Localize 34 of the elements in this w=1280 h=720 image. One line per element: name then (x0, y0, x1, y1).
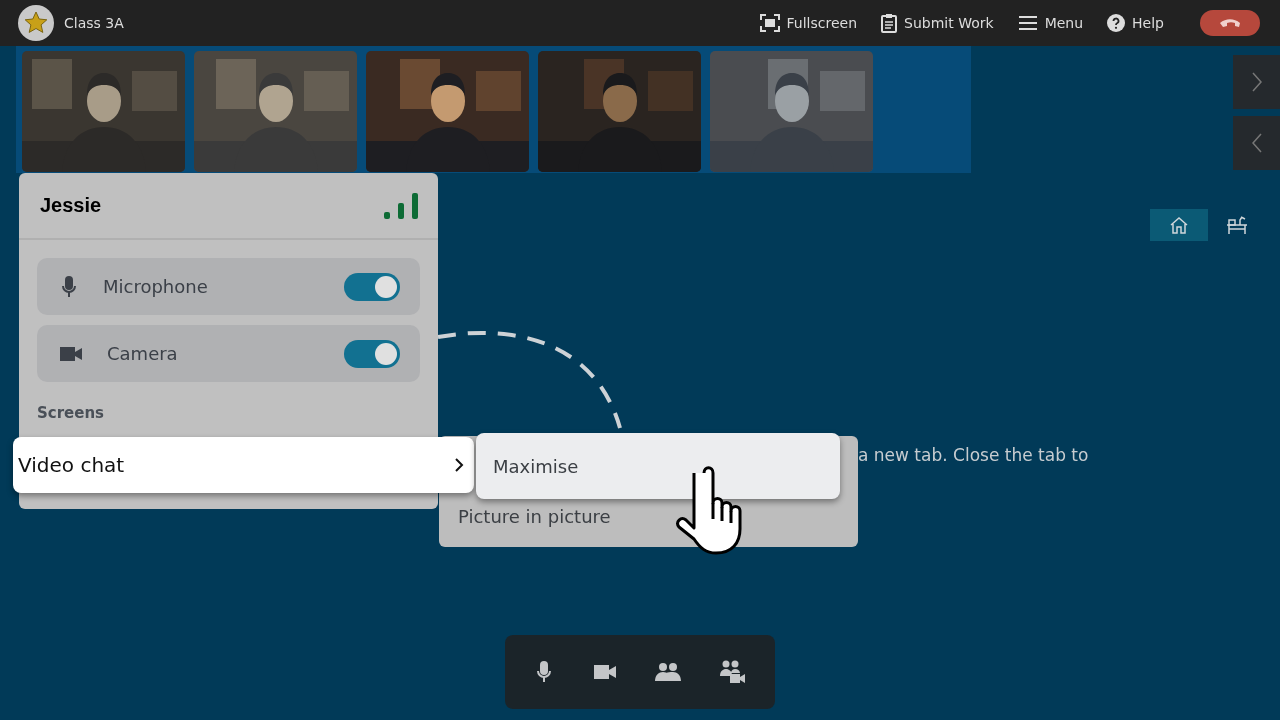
header-link[interactable]: Fullscreen (759, 14, 858, 32)
header-link[interactable]: Help (1107, 14, 1164, 32)
device-label: Microphone (103, 276, 209, 297)
signal-strength-icon (384, 191, 420, 220)
people-icon (655, 662, 682, 682)
participant-name: Jessie (40, 194, 102, 217)
phone-hangup-icon (1219, 18, 1241, 28)
chevron-right-icon (454, 457, 464, 473)
microphone-icon (59, 274, 79, 299)
help-icon (1107, 14, 1126, 32)
end-call-button[interactable] (1200, 10, 1260, 36)
home-icon (1169, 216, 1189, 234)
chevron-left-icon (1251, 133, 1262, 153)
desk-lamp-icon (1226, 215, 1248, 235)
home-tab[interactable] (1150, 209, 1208, 241)
menu-item[interactable]: Picture in picture (441, 501, 611, 531)
menu-icon (1017, 15, 1038, 31)
toggle-switch[interactable] (344, 272, 400, 301)
class-name: Class 3A (64, 15, 124, 31)
video-camera-icon (59, 344, 83, 363)
header-link[interactable]: Menu (1017, 15, 1084, 31)
toggle-switch[interactable] (344, 339, 400, 368)
menu-item[interactable]: Video chat (13, 437, 474, 493)
clipboard-icon (881, 13, 898, 33)
chevron-right-icon (1251, 72, 1262, 92)
header-link[interactable]: Submit Work (881, 13, 994, 33)
video-camera-icon (592, 663, 617, 681)
fullscreen-icon (759, 14, 780, 32)
star-logo-icon (18, 5, 54, 41)
device-label: Camera (107, 343, 179, 364)
instruction-text: a new tab. Close the tab to (858, 445, 1089, 465)
menu-item[interactable]: Maximise (476, 433, 840, 499)
people-camera-icon (719, 660, 746, 684)
section-label: Screens (36, 403, 106, 422)
